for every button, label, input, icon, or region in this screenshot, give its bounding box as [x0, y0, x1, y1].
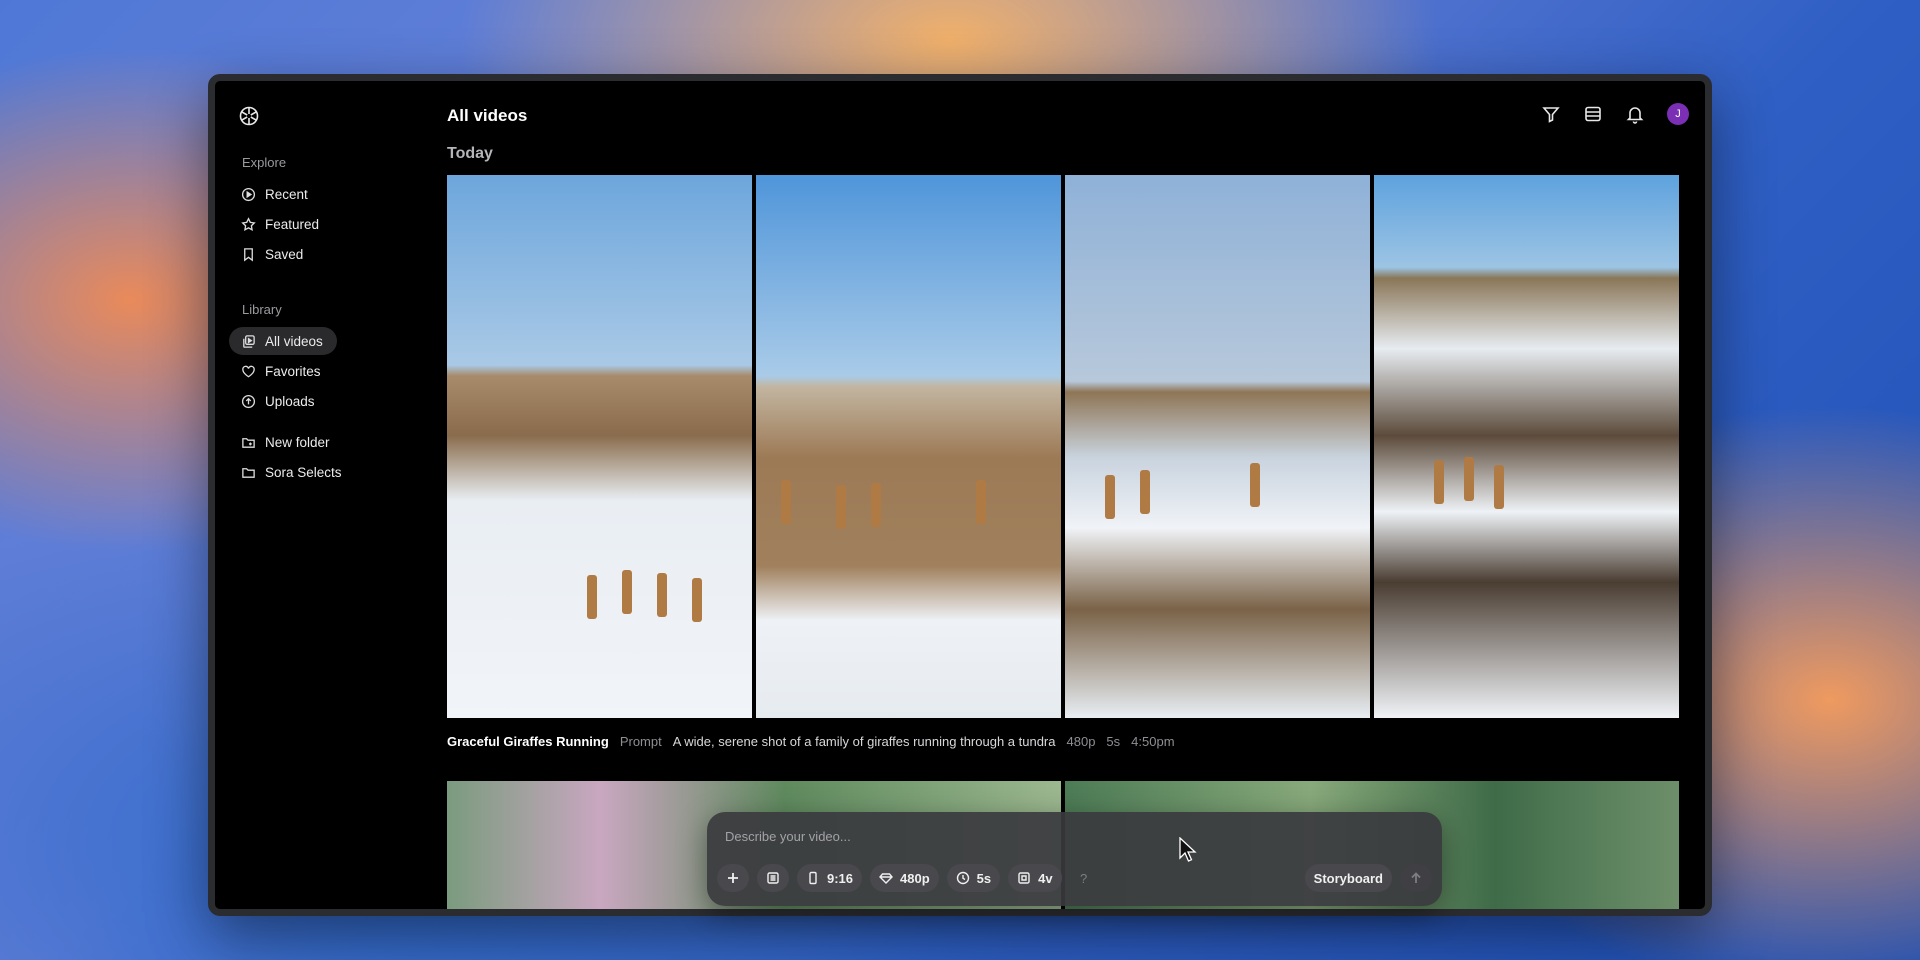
storyboard-button[interactable]: Storyboard — [1304, 864, 1392, 892]
presets-button[interactable] — [757, 864, 789, 892]
variations-value: 4v — [1038, 870, 1053, 886]
video-thumbnail[interactable] — [756, 175, 1061, 718]
sidebar-item-uploads[interactable]: Uploads — [229, 387, 329, 415]
section-label-library: Library — [242, 302, 282, 317]
submit-button[interactable] — [1400, 864, 1432, 892]
video-variation-grid — [447, 175, 1679, 718]
sidebar-item-sora-selects[interactable]: Sora Selects — [229, 458, 356, 486]
help-button[interactable]: ? — [1070, 864, 1098, 892]
duration-button[interactable]: 5s — [946, 864, 1001, 892]
resolution-value: 480p — [900, 870, 930, 886]
add-button[interactable] — [717, 864, 749, 892]
variations-icon — [1018, 872, 1030, 884]
sidebar-item-all-videos[interactable]: All videos — [229, 327, 337, 355]
header-actions: J — [1541, 103, 1689, 125]
sidebar-item-favorites[interactable]: Favorites — [229, 357, 335, 385]
folder-icon — [242, 467, 255, 478]
describe-video-input[interactable] — [725, 824, 1385, 848]
composer-controls: 9:16 480p 5s 4v ? Storyboard — [717, 864, 1432, 892]
sidebar-item-recent[interactable]: Recent — [229, 180, 322, 208]
sidebar: Explore Recent Featured Saved Library Al… — [215, 81, 430, 909]
duration-value: 5s — [976, 870, 992, 886]
video-thumbnail[interactable] — [1065, 175, 1370, 718]
section-label-explore: Explore — [242, 155, 287, 170]
video-thumbnail[interactable] — [447, 175, 752, 718]
plus-icon — [728, 873, 738, 883]
heart-icon — [242, 365, 255, 377]
sidebar-item-label: Uploads — [265, 393, 315, 409]
folder-plus-icon — [242, 437, 255, 448]
sidebar-item-label: New folder — [265, 434, 330, 450]
play-circle-icon — [241, 187, 256, 201]
sidebar-item-featured[interactable]: Featured — [229, 210, 333, 238]
arrow-up-icon — [1411, 872, 1421, 883]
prompt-composer: 9:16 480p 5s 4v ? Storyboard — [707, 812, 1442, 906]
grid-view-icon[interactable] — [1583, 104, 1603, 124]
filter-icon[interactable] — [1541, 104, 1561, 124]
bookmark-icon — [244, 247, 253, 261]
aspect-ratio-value: 9:16 — [827, 870, 854, 886]
sidebar-item-label: All videos — [265, 333, 323, 349]
video-resolution: 480p — [1066, 734, 1096, 749]
sidebar-item-label: Featured — [265, 216, 320, 232]
openai-logo-icon[interactable] — [237, 104, 261, 128]
sidebar-item-label: Saved — [265, 246, 304, 262]
sidebar-item-label: Sora Selects — [265, 464, 342, 480]
app-window: Explore Recent Featured Saved Library Al… — [208, 74, 1712, 916]
sidebar-item-saved[interactable]: Saved — [229, 240, 317, 268]
video-title[interactable]: Graceful Giraffes Running — [447, 734, 609, 749]
group-label-today: Today — [447, 145, 493, 162]
video-caption: Graceful Giraffes Running Prompt A wide,… — [447, 734, 1175, 749]
sidebar-item-new-folder[interactable]: New folder — [229, 428, 344, 456]
resolution-button[interactable]: 480p — [870, 864, 939, 892]
avatar[interactable]: J — [1667, 103, 1689, 125]
variations-button[interactable]: 4v — [1008, 864, 1062, 892]
page-title: All videos — [447, 106, 528, 125]
presets-icon — [767, 872, 779, 884]
video-thumbnail[interactable] — [1374, 175, 1679, 718]
diamond-icon — [879, 873, 893, 884]
phone-portrait-icon — [809, 871, 817, 885]
video-time: 4:50pm — [1131, 734, 1175, 749]
prompt-text: A wide, serene shot of a family of giraf… — [672, 734, 1056, 749]
sidebar-item-label: Recent — [265, 186, 308, 202]
video-duration: 5s — [1106, 734, 1121, 749]
library-icon — [243, 334, 255, 348]
bell-icon[interactable] — [1625, 104, 1645, 124]
upload-circle-icon — [241, 394, 256, 408]
mouse-cursor-icon — [1179, 837, 1197, 862]
sidebar-item-label: Favorites — [265, 363, 321, 379]
prompt-label: Prompt — [619, 734, 662, 749]
aspect-ratio-button[interactable]: 9:16 — [797, 864, 863, 892]
star-icon — [241, 216, 256, 231]
clock-icon — [956, 871, 969, 885]
